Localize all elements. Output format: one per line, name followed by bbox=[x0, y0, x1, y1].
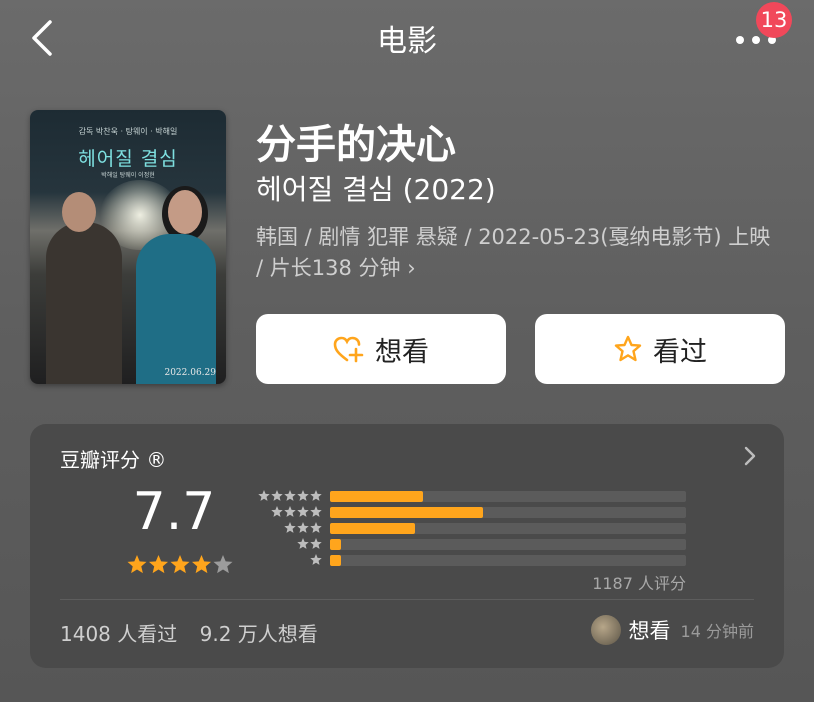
distribution-bar-track bbox=[330, 507, 686, 518]
audience-counts: 1408 人看过 9.2 万人想看 bbox=[60, 618, 334, 647]
movie-meta[interactable]: 韩国 / 剧情 犯罪 悬疑 / 2022-05-23(戛纳电影节) 上映 / 片… bbox=[256, 222, 776, 284]
distribution-bar bbox=[330, 491, 423, 502]
chevron-right-icon[interactable] bbox=[742, 442, 758, 470]
distribution-bar-track bbox=[330, 539, 686, 550]
star-outline-icon bbox=[614, 335, 642, 362]
notification-badge: 13 bbox=[756, 2, 792, 38]
poster-title: 헤어질 결심 bbox=[78, 148, 178, 170]
poster-figure-woman bbox=[136, 234, 216, 384]
distribution-bar bbox=[330, 539, 341, 550]
star-icon bbox=[148, 555, 169, 574]
poster-figure-man-head bbox=[62, 192, 96, 232]
distribution-row bbox=[252, 490, 692, 502]
distribution-bar bbox=[330, 507, 484, 518]
want-to-watch-button[interactable]: 想看 bbox=[256, 314, 506, 384]
star-icon bbox=[170, 555, 190, 574]
star-icon bbox=[271, 490, 283, 501]
movie-title: 分手的决心 bbox=[256, 122, 456, 168]
friend-activity[interactable]: 想看 14 分钟前 bbox=[590, 614, 754, 646]
distribution-stars bbox=[310, 554, 322, 565]
star-icon bbox=[310, 554, 322, 565]
movie-poster[interactable]: 감독 박찬욱 · 탕웨이 · 박해일 헤어질 결심 박해일 탕웨이 이정현 20… bbox=[30, 110, 226, 384]
movie-meta-text: 韩国 / 剧情 犯罪 悬疑 / 2022-05-23(戛纳电影节) 上映 / 片… bbox=[256, 225, 771, 280]
star-icon bbox=[297, 538, 309, 549]
want-to-watch-label: 想看 bbox=[375, 336, 429, 368]
star-icon bbox=[271, 506, 283, 517]
star-icon bbox=[284, 506, 296, 517]
distribution-row bbox=[252, 522, 692, 534]
star-icon bbox=[310, 522, 322, 533]
distribution-row bbox=[252, 506, 692, 518]
star-icon bbox=[258, 490, 270, 501]
poster-date: 2022.06.29 bbox=[164, 368, 216, 378]
star-icon bbox=[191, 555, 212, 574]
watched-button[interactable]: 看过 bbox=[535, 314, 785, 384]
chevron-right-icon: › bbox=[407, 256, 416, 280]
star-icon bbox=[310, 490, 322, 501]
star-icon bbox=[297, 522, 309, 533]
page-title: 电影 bbox=[377, 24, 437, 59]
distribution-bar-track bbox=[330, 491, 686, 502]
rating-card[interactable]: 豆瓣评分 ® 7.7 1187 人评分 1408 人看过 9.2 万人想看 想看… bbox=[30, 424, 784, 668]
distribution-stars bbox=[271, 506, 322, 517]
distribution-stars bbox=[297, 538, 322, 549]
distribution-bar-track bbox=[330, 555, 686, 566]
rating-score: 7.7 bbox=[132, 482, 216, 542]
star-icon bbox=[297, 490, 309, 501]
want-count[interactable]: 9.2 万人想看 bbox=[200, 622, 318, 646]
distribution-row bbox=[252, 554, 692, 566]
star-icon bbox=[213, 555, 233, 574]
poster-figure-man bbox=[46, 222, 122, 384]
star-icon bbox=[310, 506, 322, 517]
friend-time: 14 分钟前 bbox=[680, 622, 754, 641]
distribution-bar bbox=[330, 555, 341, 566]
distribution-bar-track bbox=[330, 523, 686, 534]
seen-count[interactable]: 1408 人看过 bbox=[60, 622, 177, 646]
star-icon bbox=[127, 555, 147, 574]
star-icon bbox=[297, 506, 309, 517]
star-icon bbox=[284, 522, 296, 533]
nav-bar: 电影 13 bbox=[0, 0, 814, 76]
distribution-stars bbox=[284, 522, 322, 533]
friend-action: 想看 bbox=[628, 619, 671, 643]
watched-label: 看过 bbox=[653, 336, 707, 368]
movie-original-title: 헤어질 결심 (2022) bbox=[256, 173, 496, 206]
star-icon bbox=[284, 490, 296, 501]
avatar bbox=[590, 615, 621, 645]
star-icon bbox=[310, 538, 322, 549]
distribution-bar bbox=[330, 523, 416, 534]
rating-distribution bbox=[252, 490, 692, 570]
poster-figure-woman-head bbox=[168, 190, 202, 234]
distribution-row bbox=[252, 538, 692, 550]
poster-top-text: 감독 박찬욱 · 탕웨이 · 박해일 bbox=[78, 127, 178, 136]
rating-stars bbox=[127, 555, 233, 574]
distribution-stars bbox=[258, 490, 322, 501]
divider bbox=[60, 599, 754, 600]
rating-count: 1187 人评分 bbox=[592, 574, 686, 593]
poster-credits: 박해일 탕웨이 이정현 bbox=[101, 172, 155, 179]
heart-plus-icon bbox=[333, 336, 364, 363]
rating-card-title: 豆瓣评分 ® bbox=[60, 448, 167, 472]
